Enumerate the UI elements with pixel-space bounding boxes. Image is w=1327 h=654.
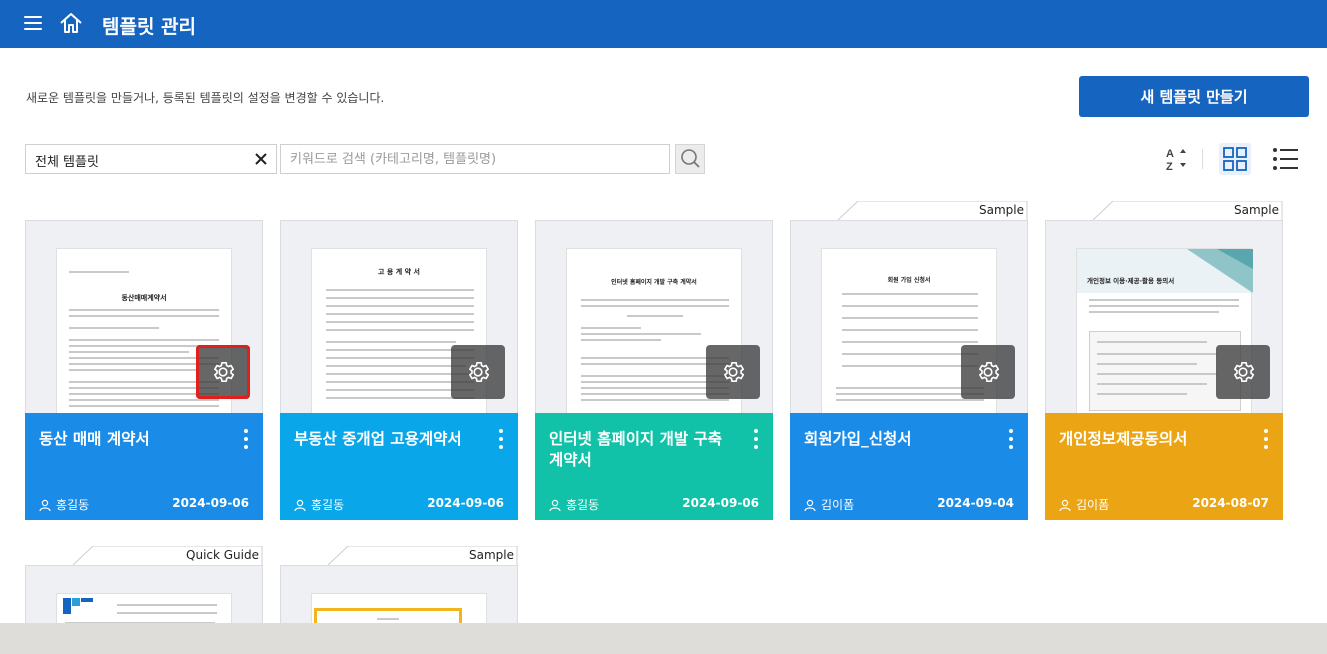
user-icon <box>804 499 816 511</box>
svg-text:A: A <box>1166 148 1174 160</box>
sample-tag: Sample <box>469 548 514 562</box>
template-date: 2024-09-06 <box>172 496 249 510</box>
template-date: 2024-08-07 <box>1192 496 1269 510</box>
doc-title: 인터넷 홈페이지 개발 구축 계약서 <box>611 279 697 286</box>
template-info-band[interactable]: 동산 매매 계약서 홍길동 2024-09-06 <box>25 413 263 520</box>
template-preview: 회원 가입 신청서 <box>790 220 1028 414</box>
owner-name: 홍길동 <box>566 498 600 512</box>
gear-icon <box>979 361 1000 383</box>
template-card[interactable]: Sample 개인정보 이용·제공·활용 동의서 개인정보제공동의서 김이폼 2… <box>1045 201 1283 520</box>
owner-name: 김이폼 <box>1076 498 1110 512</box>
svg-text:Z: Z <box>1166 161 1173 172</box>
template-owner: 김이폼 <box>804 496 854 513</box>
template-card[interactable]: 동산매매계약서 동산 매매 계약서 홍길동 2024-09-06 <box>25 220 263 520</box>
template-card[interactable]: Sample 회원 가입 신청서 회원가입_신청서 김이폼 2024-09-04 <box>790 201 1028 520</box>
view-divider <box>1202 149 1203 169</box>
template-owner: 홍길동 <box>39 496 89 513</box>
template-date: 2024-09-04 <box>937 496 1014 510</box>
template-filter-select[interactable]: 전체 템플릿 <box>25 144 277 174</box>
user-icon <box>549 499 561 511</box>
template-name: 부동산 중개업 고용계약서 <box>294 430 462 448</box>
template-name: 동산 매매 계약서 <box>39 430 150 448</box>
template-preview: 개인정보 이용·제공·활용 동의서 <box>1045 220 1283 414</box>
doc-title: 고 용 계 약 서 <box>378 268 420 276</box>
template-owner: 홍길동 <box>549 496 599 513</box>
doc-title: 동산매매계약서 <box>121 294 167 302</box>
document-logo-graphic <box>63 598 93 614</box>
template-settings-button[interactable] <box>961 345 1015 399</box>
template-preview: 인터넷 홈페이지 개발 구축 계약서 <box>535 220 773 414</box>
more-options-icon[interactable] <box>239 429 253 451</box>
more-options-icon[interactable] <box>1259 429 1273 451</box>
doc-title: 회원 가입 신청서 <box>887 277 931 284</box>
page-title: 템플릿 관리 <box>102 16 197 38</box>
template-settings-button[interactable] <box>451 345 505 399</box>
template-preview <box>280 565 518 625</box>
template-settings-button[interactable] <box>706 345 760 399</box>
template-preview: 동산매매계약서 <box>25 220 263 414</box>
template-preview: 고 용 계 약 서 <box>280 220 518 414</box>
template-card[interactable]: 인터넷 홈페이지 개발 구축 계약서 인터넷 홈페이지 개발 구축 계약서 홍길… <box>535 220 773 520</box>
quick-guide-tag: Quick Guide <box>186 548 259 562</box>
top-bar: 템플릿 관리 <box>0 0 1327 48</box>
home-icon[interactable] <box>59 11 83 35</box>
new-template-button[interactable]: 새 템플릿 만들기 <box>1079 76 1309 117</box>
owner-name: 홍길동 <box>311 498 345 512</box>
more-options-icon[interactable] <box>1004 429 1018 451</box>
sort-az-icon[interactable]: A Z <box>1164 146 1188 172</box>
template-card[interactable]: 고 용 계 약 서 부동산 중개업 고용계약서 홍길동 2024-09-06 <box>280 220 518 520</box>
template-name: 회원가입_신청서 <box>804 430 912 448</box>
grid-view-button[interactable] <box>1219 143 1251 175</box>
clear-filter-icon[interactable] <box>252 150 270 168</box>
document-header-graphic <box>1077 249 1253 293</box>
sample-tag: Sample <box>1234 203 1279 217</box>
more-options-icon[interactable] <box>749 429 763 451</box>
template-owner: 홍길동 <box>294 496 344 513</box>
gear-icon <box>214 361 235 383</box>
template-card[interactable]: Sample <box>280 546 518 625</box>
owner-name: 김이폼 <box>821 498 855 512</box>
template-preview <box>25 565 263 625</box>
gear-icon <box>469 361 490 383</box>
search-icon <box>681 149 700 168</box>
owner-name: 홍길동 <box>56 498 90 512</box>
doc-title: 개인정보 이용·제공·활용 동의서 <box>1087 277 1175 285</box>
sample-tag: Sample <box>979 203 1024 217</box>
template-card[interactable]: Quick Guide <box>25 546 263 625</box>
template-info-band[interactable]: 회원가입_신청서 김이폼 2024-09-04 <box>790 413 1028 520</box>
user-icon <box>39 499 51 511</box>
gear-icon <box>1234 361 1255 383</box>
template-settings-button[interactable] <box>196 345 250 399</box>
template-name: 개인정보제공동의서 <box>1059 430 1188 448</box>
document-thumbnail <box>311 593 487 624</box>
template-info-band[interactable]: 인터넷 홈페이지 개발 구축 계약서 홍길동 2024-09-06 <box>535 413 773 520</box>
document-thumbnail <box>56 593 232 624</box>
hamburger-menu-icon[interactable] <box>24 14 44 32</box>
bottom-strip <box>0 623 1327 654</box>
template-date: 2024-09-06 <box>682 496 759 510</box>
grid-view-icon <box>1223 147 1247 171</box>
more-options-icon[interactable] <box>494 429 508 451</box>
template-settings-button[interactable] <box>1216 345 1270 399</box>
list-view-icon[interactable] <box>1270 145 1300 173</box>
filter-value: 전체 템플릿 <box>35 155 99 170</box>
template-owner: 김이폼 <box>1059 496 1109 513</box>
gear-icon <box>724 361 745 383</box>
user-icon <box>1059 499 1071 511</box>
page-description: 새로운 템플릿을 만들거나, 등록된 템플릿의 설정을 변경할 수 있습니다. <box>26 91 385 105</box>
search-input[interactable] <box>280 144 670 174</box>
template-date: 2024-09-06 <box>427 496 504 510</box>
template-info-band[interactable]: 개인정보제공동의서 김이폼 2024-08-07 <box>1045 413 1283 520</box>
search-button[interactable] <box>675 144 705 174</box>
template-info-band[interactable]: 부동산 중개업 고용계약서 홍길동 2024-09-06 <box>280 413 518 520</box>
template-name: 인터넷 홈페이지 개발 구축 계약서 <box>549 430 723 469</box>
user-icon <box>294 499 306 511</box>
